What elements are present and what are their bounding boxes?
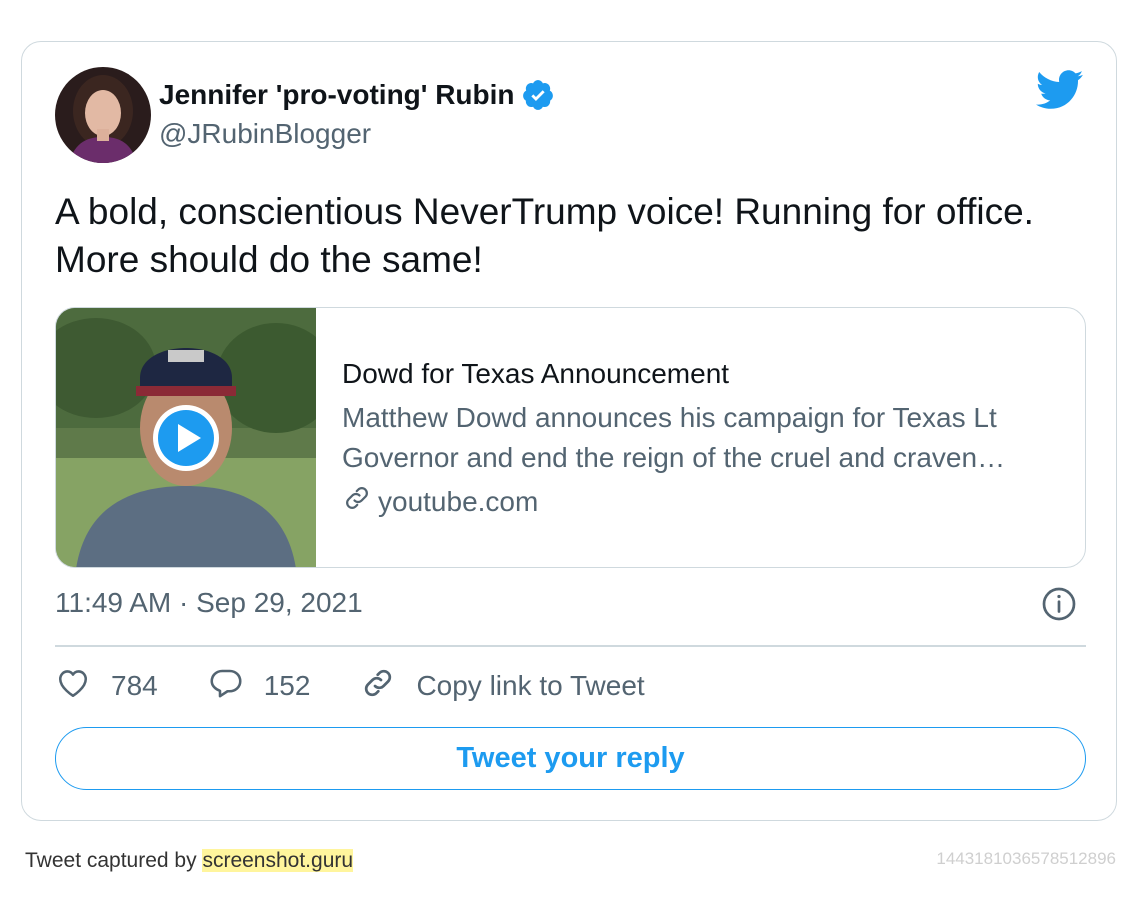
video-thumbnail[interactable] bbox=[56, 308, 336, 567]
like-count: 784 bbox=[111, 670, 158, 701]
reply-count: 152 bbox=[263, 670, 311, 701]
divider bbox=[55, 645, 1086, 647]
tweet-id: 1443181036578512896 bbox=[936, 849, 1116, 868]
reply-button[interactable]: 152 bbox=[208, 665, 311, 708]
link-icon bbox=[342, 483, 378, 520]
tweet-timestamp[interactable]: 11:49 AM · Sep 29, 2021 bbox=[55, 587, 363, 619]
action-bar: 784 152 Copy link to Tweet bbox=[55, 666, 695, 706]
capture-credit-site[interactable]: screenshot.guru bbox=[202, 849, 354, 872]
like-button[interactable]: 784 bbox=[55, 665, 158, 708]
reply-bubble-icon bbox=[208, 665, 264, 708]
heart-icon bbox=[55, 665, 111, 708]
tweet-card: Jennifer 'pro-voting' Rubin @JRubinBlogg… bbox=[21, 41, 1117, 821]
link-preview-card[interactable]: Dowd for Texas Announcement Matthew Dowd… bbox=[55, 307, 1086, 568]
author-row: Jennifer 'pro-voting' Rubin bbox=[159, 77, 555, 113]
copy-link-icon bbox=[360, 665, 416, 708]
copy-link-label: Copy link to Tweet bbox=[416, 670, 645, 701]
capture-credit: Tweet captured by screenshot.guru bbox=[25, 849, 354, 873]
copy-link-button[interactable]: Copy link to Tweet bbox=[360, 665, 645, 708]
play-icon[interactable] bbox=[151, 403, 221, 473]
handle[interactable]: @JRubinBlogger bbox=[159, 118, 371, 150]
capture-credit-prefix: Tweet captured by bbox=[25, 849, 197, 872]
link-card-title[interactable]: Dowd for Texas Announcement bbox=[342, 358, 729, 390]
link-card-description: Matthew Dowd announces his campaign for … bbox=[342, 402, 997, 473]
twitter-bird-icon[interactable] bbox=[1035, 70, 1084, 110]
tweet-your-reply-button[interactable]: Tweet your reply bbox=[55, 727, 1086, 790]
avatar[interactable] bbox=[55, 67, 151, 163]
info-icon[interactable] bbox=[1041, 586, 1077, 622]
link-card-domain: youtube.com bbox=[378, 485, 539, 517]
link-card-domain-row: youtube.com bbox=[342, 483, 538, 520]
verified-badge-icon bbox=[521, 78, 555, 112]
tweet-text: A bold, conscientious NeverTrump voice! … bbox=[55, 191, 1034, 280]
display-name[interactable]: Jennifer 'pro-voting' Rubin bbox=[159, 79, 515, 111]
